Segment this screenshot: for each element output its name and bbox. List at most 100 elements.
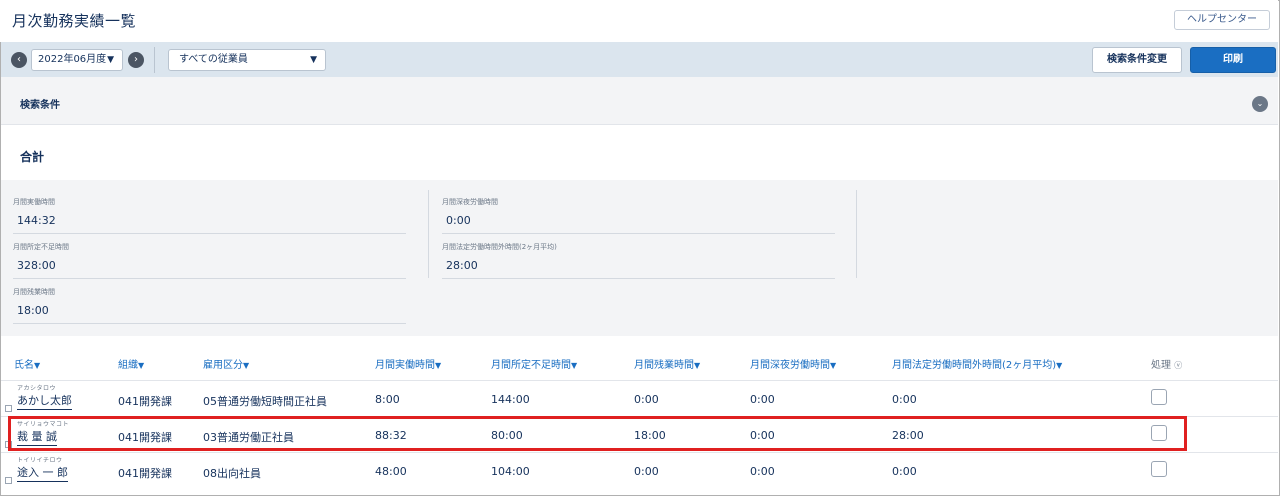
summary-item-legal-overtime: 月間法定労働時間外時間(2ヶ月平均) 28:00 xyxy=(442,242,834,272)
page-header: 月次勤務実績一覧 ヘルプセンター xyxy=(0,0,1278,42)
row-checkbox[interactable] xyxy=(1151,461,1167,477)
toolbar-divider xyxy=(154,47,155,73)
shortage-cell: 144:00 xyxy=(491,393,530,406)
total-title: 合計 xyxy=(20,150,45,164)
night-cell: 0:00 xyxy=(750,429,775,442)
employee-name-cell[interactable]: トイリイチロウ 途入 一 郎 xyxy=(17,455,68,482)
table-row[interactable]: トイリイチロウ 途入 一 郎 041開発課 08出向社員 48:00 104:0… xyxy=(1,452,1278,488)
summary-divider xyxy=(442,233,835,234)
shortage-cell: 104:00 xyxy=(491,465,530,478)
summary-value: 328:00 xyxy=(17,259,56,272)
toolbar: ‹ 2022年06月度 ▼ › すべての従業員 ▼ 検索条件変更 印刷 xyxy=(1,42,1278,77)
column-header-org[interactable]: 組織▼ xyxy=(118,356,144,371)
summary-divider xyxy=(13,323,406,324)
shortage-cell: 80:00 xyxy=(491,429,523,442)
row-marker xyxy=(5,441,12,448)
search-condition-label: 検索条件 xyxy=(20,100,60,111)
column-header-legal-overtime[interactable]: 月間法定労働時間外時間(2ヶ月平均)▼ xyxy=(892,356,1062,371)
overtime-cell: 18:00 xyxy=(634,429,666,442)
summary-item-shortage: 月間所定不足時間 328:00 xyxy=(13,242,405,272)
chevron-down-circle-icon: ⓥ xyxy=(1174,361,1183,370)
summary-label: 月間実働時間 xyxy=(13,198,55,206)
column-header-label: 月間所定不足時間 xyxy=(491,360,571,371)
work-time-cell: 8:00 xyxy=(375,393,400,406)
sort-down-icon: ▼ xyxy=(694,361,701,370)
sort-down-icon: ▼ xyxy=(435,361,442,370)
overtime-cell: 0:00 xyxy=(634,465,659,478)
row-checkbox[interactable] xyxy=(1151,425,1167,441)
row-marker xyxy=(5,477,12,484)
column-header-name[interactable]: 氏名▼ xyxy=(14,356,40,371)
column-header-work-time[interactable]: 月間実働時間▼ xyxy=(375,356,441,371)
column-header-action[interactable]: 処理 ⓥ xyxy=(1151,356,1182,371)
employee-name-link[interactable]: あかし太郎 xyxy=(17,392,72,410)
legal-overtime-cell: 0:00 xyxy=(892,465,917,478)
work-time-cell: 48:00 xyxy=(375,465,407,478)
sort-down-icon: ▼ xyxy=(138,361,145,370)
table-row[interactable]: アカシタロウ あかし太郎 041開発課 05普通労働短時間正社員 8:00 14… xyxy=(1,380,1278,416)
help-center-button[interactable]: ヘルプセンター xyxy=(1174,10,1270,30)
column-header-label: 月間実働時間 xyxy=(375,360,435,371)
attendance-table: 氏名▼ 組織▼ 雇用区分▼ 月間実働時間▼ 月間所定不足時間▼ 月間残業時間▼ … xyxy=(1,336,1278,494)
summary-label: 月間残業時間 xyxy=(13,288,55,296)
column-header-label: 組織 xyxy=(118,360,138,371)
row-marker xyxy=(5,405,12,412)
employee-name-link[interactable]: 途入 一 郎 xyxy=(17,464,68,482)
night-cell: 0:00 xyxy=(750,465,775,478)
summary-value: 18:00 xyxy=(17,304,49,317)
overtime-cell: 0:00 xyxy=(634,393,659,406)
column-header-overtime[interactable]: 月間残業時間▼ xyxy=(634,356,700,371)
column-header-shortage[interactable]: 月間所定不足時間▼ xyxy=(491,356,577,371)
employee-kana: アカシタロウ xyxy=(17,385,57,392)
column-header-label: 月間法定労働時間外時間(2ヶ月平均) xyxy=(892,360,1057,371)
chevron-right-icon[interactable]: › xyxy=(128,52,144,68)
summary-label: 月間法定労働時間外時間(2ヶ月平均) xyxy=(442,243,557,251)
summary-item-work: 月間実働時間 144:32 xyxy=(13,197,405,227)
summary-item-overtime: 月間残業時間 18:00 xyxy=(13,287,405,317)
summary-label: 月間所定不足時間 xyxy=(13,243,69,251)
employee-filter-value: すべての従業員 xyxy=(179,54,248,65)
column-header-label: 月間残業時間 xyxy=(634,360,694,371)
night-cell: 0:00 xyxy=(750,393,775,406)
expand-chevron-icon[interactable]: ⌄ xyxy=(1252,96,1268,112)
summary-label: 月間深夜労働時間 xyxy=(442,198,498,206)
employment-type-cell: 05普通労働短時間正社員 xyxy=(203,395,327,408)
org-cell: 041開発課 xyxy=(118,431,172,444)
month-select[interactable]: 2022年06月度 ▼ xyxy=(31,49,123,71)
page-title: 月次勤務実績一覧 xyxy=(12,12,137,30)
legal-overtime-cell: 0:00 xyxy=(892,393,917,406)
change-condition-button[interactable]: 検索条件変更 xyxy=(1092,47,1182,73)
employee-filter-select[interactable]: すべての従業員 ▼ xyxy=(168,49,326,71)
employee-kana: トイリイチロウ xyxy=(17,457,63,464)
org-cell: 041開発課 xyxy=(118,467,172,480)
employee-name-cell[interactable]: サイリョウマコト 裁 量 誠 xyxy=(17,419,69,446)
print-button[interactable]: 印刷 xyxy=(1190,47,1276,73)
org-cell: 041開発課 xyxy=(118,395,172,408)
table-row[interactable]: サイリョウマコト 裁 量 誠 041開発課 03普通労働正社員 88:32 80… xyxy=(1,416,1278,452)
column-header-employment-type[interactable]: 雇用区分▼ xyxy=(203,356,249,371)
row-checkbox[interactable] xyxy=(1151,389,1167,405)
sort-down-icon: ▼ xyxy=(830,361,837,370)
employee-name-link[interactable]: 裁 量 誠 xyxy=(17,428,57,446)
summary-column-divider xyxy=(428,190,429,278)
summary-value: 28:00 xyxy=(446,259,478,272)
search-condition-section[interactable]: 検索条件 ⌄ xyxy=(1,77,1278,125)
employee-name-cell[interactable]: アカシタロウ あかし太郎 xyxy=(17,383,72,410)
total-section: 合計 xyxy=(1,126,1278,180)
employment-type-cell: 03普通労働正社員 xyxy=(203,431,294,444)
sort-down-icon: ▼ xyxy=(34,361,41,370)
sort-down-icon: ▼ xyxy=(243,361,250,370)
column-header-label: 雇用区分 xyxy=(203,360,243,371)
summary-value: 144:32 xyxy=(17,214,56,227)
month-select-value: 2022年06月度 xyxy=(38,54,107,65)
sort-down-icon: ▼ xyxy=(571,361,578,370)
caret-down-icon: ▼ xyxy=(107,55,114,65)
column-header-label: 月間深夜労働時間 xyxy=(750,360,830,371)
summary-value: 0:00 xyxy=(446,214,471,227)
chevron-left-icon[interactable]: ‹ xyxy=(11,52,27,68)
legal-overtime-cell: 28:00 xyxy=(892,429,924,442)
employee-kana: サイリョウマコト xyxy=(17,421,70,428)
column-header-night[interactable]: 月間深夜労働時間▼ xyxy=(750,356,836,371)
column-header-label: 処理 xyxy=(1151,360,1171,371)
summary-panel: 月間実働時間 144:32 月間所定不足時間 328:00 月間残業時間 18:… xyxy=(1,180,1278,336)
